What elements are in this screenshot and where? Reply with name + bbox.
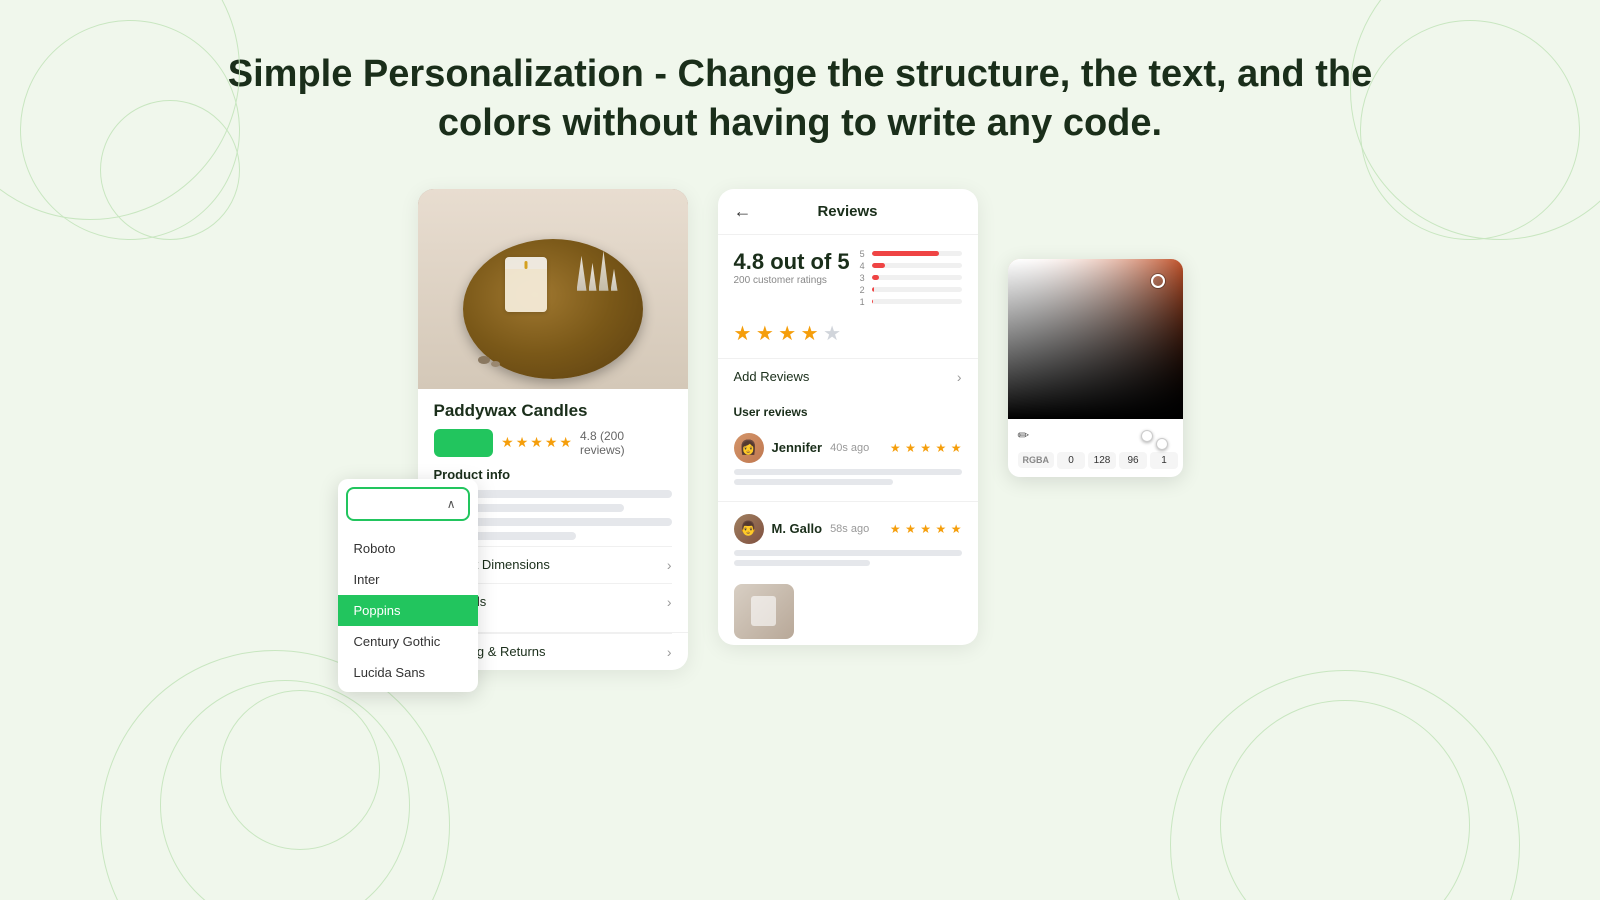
font-list: Roboto Inter Poppins Century Gothic Luci… xyxy=(338,529,478,692)
chevron-right-icon-2: › xyxy=(667,594,672,610)
reviewer-name-mgallo: M. Gallo xyxy=(772,521,823,536)
review-item-jennifer: 👩 Jennifer 40s ago ★ ★ ★ ★ ★ xyxy=(718,425,978,497)
add-reviews-row[interactable]: Add Reviews › xyxy=(718,358,978,395)
review-time-mgallo: 58s ago xyxy=(830,523,869,535)
summary-star-3: ★ xyxy=(778,323,796,345)
reviews-title: Reviews xyxy=(817,203,877,220)
rating-big: 4.8 out of 5 xyxy=(734,249,850,275)
color-picker-panel: ✏ RGBA 0 128 96 1 xyxy=(1008,259,1183,477)
bar-label-4: 4 xyxy=(860,261,868,271)
alpha-thumb[interactable] xyxy=(1156,438,1168,450)
product-rating-row: ★ ★ ★ ★ ★ 4.8 (200 reviews) xyxy=(434,429,672,457)
rgba-r-input[interactable]: 0 xyxy=(1057,452,1085,469)
bar-label-5: 5 xyxy=(860,249,868,259)
font-item-century-gothic[interactable]: Century Gothic xyxy=(338,626,478,657)
summary-star-2: ★ xyxy=(756,323,774,345)
page-title: Simple Personalization - Change the stru… xyxy=(0,0,1600,179)
review-item-mgallo: 👨 M. Gallo 58s ago ★ ★ ★ ★ ★ xyxy=(718,506,978,578)
color-picker-dot[interactable] xyxy=(1151,274,1165,288)
chevron-right-icon: › xyxy=(667,557,672,573)
color-controls: ✏ RGBA 0 128 96 1 xyxy=(1008,419,1183,477)
font-dropdown-trigger[interactable]: ∧ xyxy=(346,487,470,521)
font-item-inter[interactable]: Inter xyxy=(338,564,478,595)
font-item-poppins[interactable]: Poppins xyxy=(338,595,478,626)
add-reviews-label: Add Reviews xyxy=(734,369,810,384)
avatar-mgallo: 👨 xyxy=(734,514,764,544)
review-time-jennifer: 40s ago xyxy=(830,442,869,454)
star-1: ★ xyxy=(501,434,514,451)
reviews-panel: ← Reviews 4.8 out of 5 200 customer rati… xyxy=(718,189,978,645)
product-stars: ★ ★ ★ ★ ★ xyxy=(501,434,572,451)
rating-subtitle: 200 customer ratings xyxy=(734,275,850,286)
rgba-mode-label[interactable]: RGBA xyxy=(1018,452,1055,468)
rgba-g-input[interactable]: 128 xyxy=(1088,452,1116,469)
font-dropdown[interactable]: ∧ Roboto Inter Poppins Century Gothic Lu… xyxy=(338,479,478,692)
add-to-cart-button[interactable] xyxy=(434,429,494,457)
bar-label-3: 3 xyxy=(860,273,868,283)
add-reviews-chevron: › xyxy=(957,369,962,385)
hue-slider-row: ✏ xyxy=(1018,427,1173,444)
rgba-b-input[interactable]: 96 xyxy=(1119,452,1147,469)
star-2: ★ xyxy=(516,434,529,451)
user-reviews-label: User reviews xyxy=(718,395,978,425)
rating-bars: 5 4 3 2 1 xyxy=(860,249,962,309)
review-stars-jennifer: ★ ★ ★ ★ ★ xyxy=(890,439,962,457)
chevron-right-icon-3: › xyxy=(667,644,672,660)
main-content: Paddywax Candles ★ ★ ★ ★ ★ 4.8 (200 revi… xyxy=(0,179,1600,670)
color-canvas[interactable] xyxy=(1008,259,1183,419)
font-item-roboto[interactable]: Roboto xyxy=(338,533,478,564)
product-image xyxy=(418,189,688,389)
bar-label-2: 2 xyxy=(860,285,868,295)
reviews-header: ← Reviews xyxy=(718,189,978,235)
reviewer-name-jennifer: Jennifer xyxy=(772,440,823,455)
rgba-a-input[interactable]: 1 xyxy=(1150,452,1178,469)
summary-star-5: ★ xyxy=(823,323,841,345)
avatar-jennifer: 👩 xyxy=(734,433,764,463)
chevron-up-icon: ∧ xyxy=(447,497,456,511)
font-item-lucida-sans[interactable]: Lucida Sans xyxy=(338,657,478,688)
review-stars-mgallo: ★ ★ ★ ★ ★ xyxy=(890,520,962,538)
star-3: ★ xyxy=(530,434,543,451)
product-card: Paddywax Candles ★ ★ ★ ★ ★ 4.8 (200 revi… xyxy=(418,189,688,670)
pencil-icon[interactable]: ✏ xyxy=(1018,427,1030,444)
hue-thumb[interactable] xyxy=(1141,430,1153,442)
reviews-summary: 4.8 out of 5 200 customer ratings 5 4 3 … xyxy=(718,235,978,317)
rgba-inputs: RGBA 0 128 96 1 xyxy=(1018,452,1173,469)
star-4: ★ xyxy=(545,434,558,451)
review-image xyxy=(734,584,794,639)
summary-star-1: ★ xyxy=(734,323,752,345)
bar-label-1: 1 xyxy=(860,297,868,307)
product-rating-text: 4.8 (200 reviews) xyxy=(580,429,672,457)
back-button[interactable]: ← xyxy=(734,201,752,222)
product-name: Paddywax Candles xyxy=(434,401,672,421)
summary-stars: ★ ★ ★ ★ ★ xyxy=(718,317,978,358)
summary-star-4: ★ xyxy=(801,323,819,345)
star-5: ★ xyxy=(559,434,572,451)
